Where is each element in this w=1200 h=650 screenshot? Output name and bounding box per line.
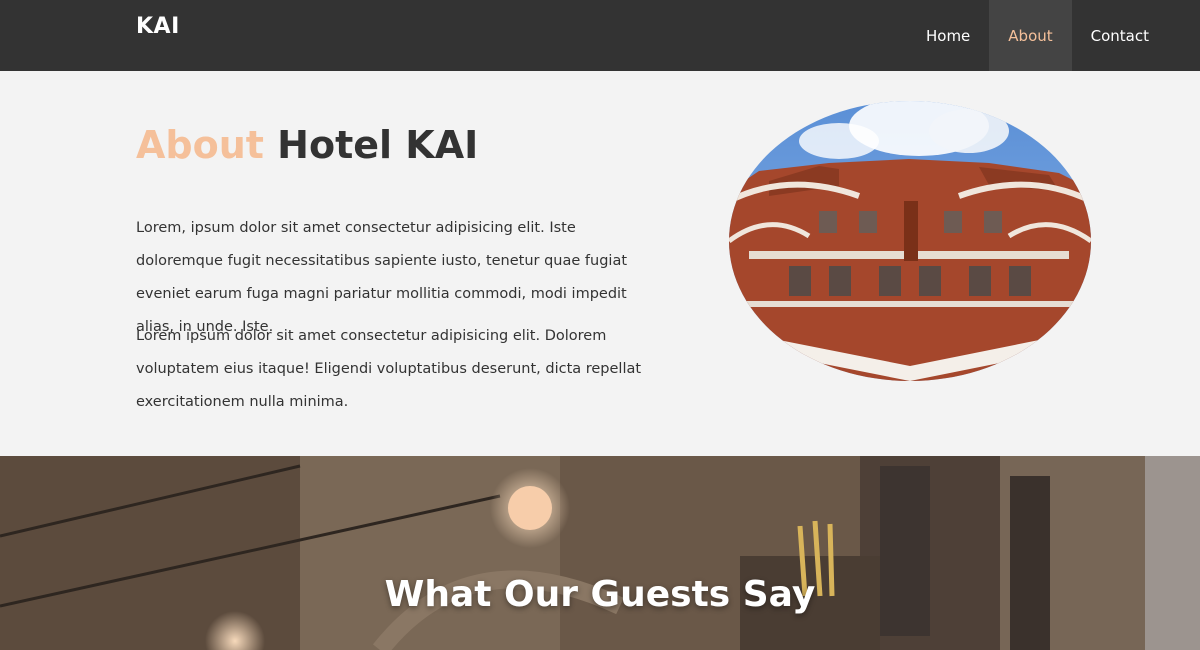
- hotel-building-image: [729, 101, 1091, 381]
- nav-menu: Home About Contact: [907, 0, 1168, 71]
- brand-logo[interactable]: KAI: [136, 14, 180, 39]
- about-title-accent: About: [136, 123, 264, 167]
- about-title-rest: Hotel KAI: [277, 123, 479, 167]
- testimonials-section: What Our Guests Say: [0, 456, 1200, 650]
- nav-item-about[interactable]: About: [989, 0, 1072, 71]
- testimonials-background-image: [0, 456, 1200, 650]
- about-paragraph: Lorem ipsum dolor sit amet consectetur a…: [136, 328, 642, 410]
- about-section: About Hotel KAI Lorem, ipsum dolor sit a…: [0, 71, 1200, 456]
- hotel-photo: [729, 101, 1091, 381]
- nav-item-home[interactable]: Home: [907, 0, 989, 71]
- testimonials-title: What Our Guests Say: [384, 574, 816, 615]
- about-title: About Hotel KAI: [136, 123, 478, 167]
- nav-item-contact[interactable]: Contact: [1072, 0, 1168, 71]
- navbar: KAI Home About Contact: [0, 0, 1200, 71]
